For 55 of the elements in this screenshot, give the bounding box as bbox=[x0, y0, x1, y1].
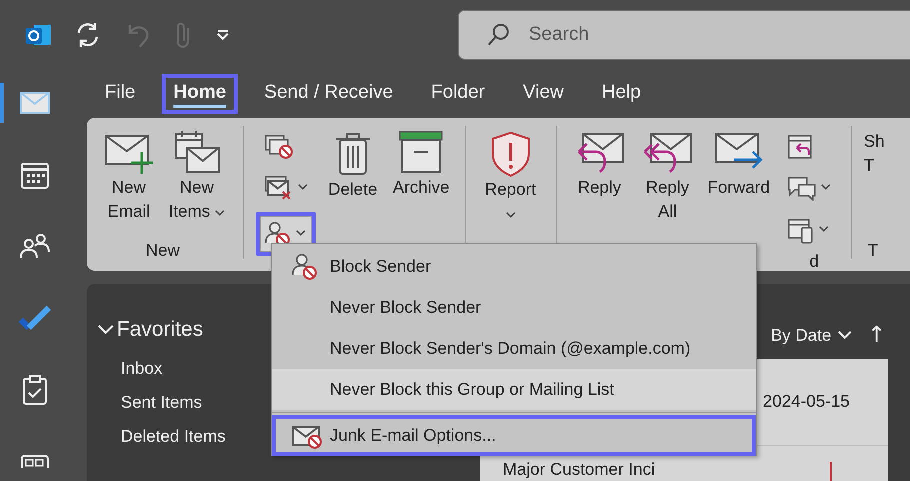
sort-button[interactable]: By Date bbox=[769, 326, 854, 346]
menu-item[interactable]: Never Block this Group or Mailing List bbox=[272, 369, 756, 410]
reply-button[interactable]: Reply bbox=[568, 126, 631, 204]
caret-icon bbox=[298, 184, 308, 192]
group-label: T bbox=[868, 240, 878, 262]
caret-icon bbox=[506, 212, 516, 219]
menu-item[interactable]: Never Block Sender's Domain (@example.com) bbox=[272, 328, 756, 369]
menu-item[interactable]: Junk E-mail Options... bbox=[272, 415, 756, 456]
chat-icon bbox=[787, 174, 818, 201]
customize-button[interactable] bbox=[216, 29, 230, 41]
mail-date: 2024-05-15 bbox=[763, 392, 850, 412]
search-box[interactable]: Search bbox=[458, 10, 910, 60]
new-email-button[interactable]: New Email bbox=[95, 126, 163, 228]
folder-item[interactable]: Inbox bbox=[97, 352, 163, 386]
caret-icon bbox=[215, 210, 226, 217]
delete-button[interactable]: Delete bbox=[322, 126, 384, 206]
menu-tab[interactable]: View bbox=[511, 74, 576, 114]
group-label: New bbox=[146, 240, 180, 262]
caret-icon bbox=[216, 29, 230, 41]
reply-all-button[interactable]: Reply All bbox=[636, 126, 699, 228]
outlook-logo-icon bbox=[24, 22, 52, 48]
search-icon bbox=[487, 23, 511, 47]
report-button[interactable]: Report bbox=[478, 126, 544, 230]
caret-icon bbox=[819, 226, 830, 234]
new-items-icon bbox=[172, 130, 222, 176]
menu-tab[interactable]: Help bbox=[590, 74, 654, 114]
menu-tab[interactable]: Send / Receive bbox=[252, 74, 406, 114]
partial-button[interactable]: Sh T bbox=[864, 126, 882, 182]
menu-item[interactable]: Never Block Sender bbox=[272, 287, 756, 328]
chevron-down-icon bbox=[838, 331, 852, 340]
new-items-button[interactable]: New Items bbox=[163, 126, 231, 228]
chevron-down-icon bbox=[97, 324, 115, 336]
group-label: d bbox=[810, 250, 820, 271]
ignore-icon bbox=[264, 132, 294, 159]
checkmark-icon bbox=[18, 304, 52, 332]
mail-icon bbox=[19, 90, 51, 115]
search-field[interactable]: Search bbox=[527, 23, 831, 47]
caret-icon bbox=[821, 184, 832, 192]
menu-item[interactable]: Block Sender bbox=[272, 246, 756, 287]
menu-tab[interactable]: Folder bbox=[419, 74, 498, 114]
archive-button[interactable]: Archive bbox=[390, 126, 453, 204]
clipboard-icon bbox=[21, 374, 49, 406]
caret-icon bbox=[296, 230, 306, 238]
block-sender-icon bbox=[290, 252, 320, 282]
folder-item[interactable]: Sent Items bbox=[97, 386, 202, 420]
sort-direction-button[interactable]: ↑ bbox=[868, 323, 886, 348]
favorites-header[interactable]: Favorites bbox=[97, 318, 204, 342]
menu-tab[interactable]: File bbox=[93, 74, 148, 114]
forward-button[interactable]: Forward bbox=[704, 126, 774, 204]
archive-icon bbox=[397, 130, 446, 176]
apps-icon bbox=[20, 454, 50, 468]
folder-item[interactable]: Deleted Items bbox=[97, 420, 226, 454]
menu-tab[interactable]: Home bbox=[162, 74, 238, 114]
mail-subject: Major Customer Inci bbox=[503, 460, 656, 479]
people-icon bbox=[19, 232, 51, 260]
